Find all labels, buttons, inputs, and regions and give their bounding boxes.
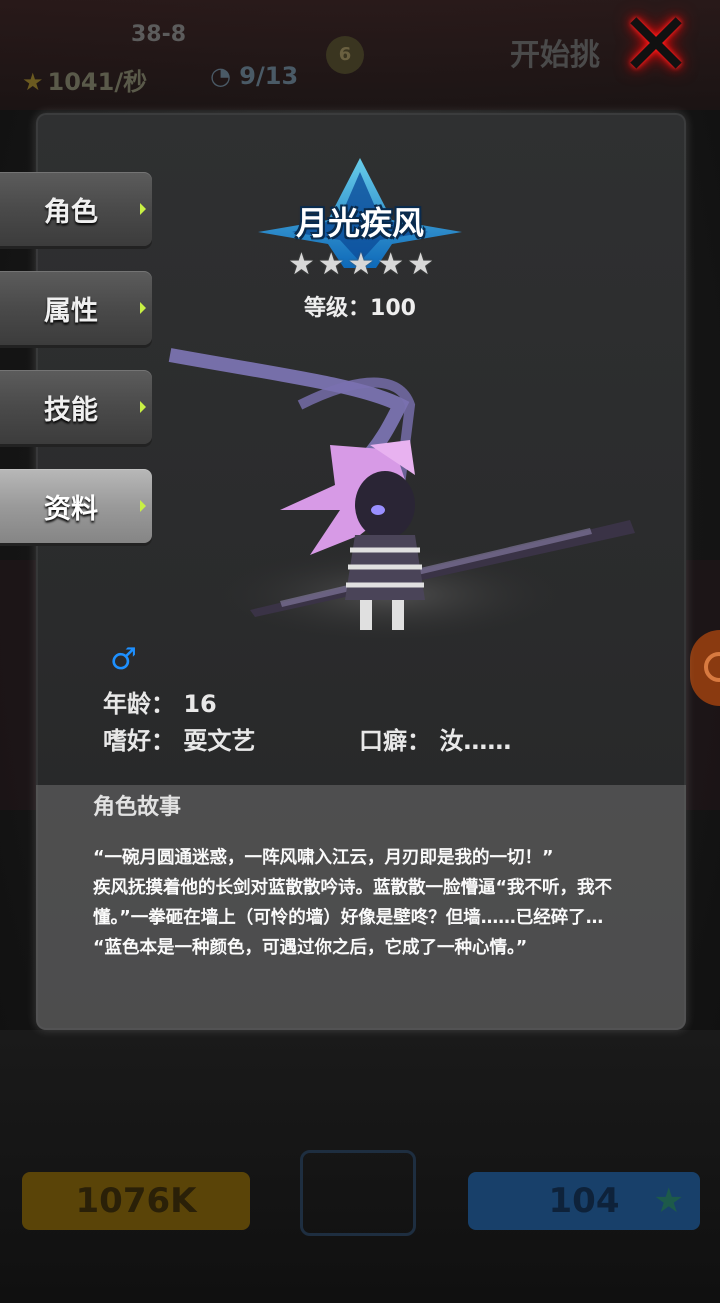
star-rating: ★ ★ ★ ★ ★ — [288, 250, 434, 282]
catchphrase-value: 汝…… — [439, 727, 512, 755]
story-text: “一碗月圆通迷惑，一阵风啸入江云，月刃即是我的一切！” 疾风抚摸着他的长剑对蓝散… — [93, 848, 612, 958]
age-row: 年龄： 16 — [103, 684, 217, 719]
tab-character[interactable]: 角色 — [0, 172, 152, 246]
tab-label: 资料 — [44, 493, 98, 525]
star-icon: ★ — [317, 247, 345, 282]
tab-label: 角色 — [44, 196, 98, 228]
male-gender-icon: ♂ — [110, 642, 137, 677]
star-icon: ★ — [377, 247, 405, 282]
age-value: 16 — [183, 690, 217, 718]
age-label: 年龄： — [103, 690, 175, 718]
chevron-right-icon — [140, 401, 146, 413]
hero-name: 月光疾风 — [295, 204, 424, 242]
close-button[interactable]: ✕ — [604, 0, 708, 96]
chevron-right-icon — [140, 500, 146, 512]
chevron-right-icon — [140, 302, 146, 314]
star-icon: ★ — [22, 68, 44, 96]
hero-capacity: ◔ 9/13 — [210, 62, 298, 90]
hero-capacity-value: 9/13 — [239, 62, 299, 90]
start-challenge-button: 开始挑 — [510, 38, 600, 73]
hero-portrait — [168, 348, 635, 645]
level-badge: 6 — [326, 36, 364, 74]
story-title: 角色故事 — [93, 795, 182, 820]
stage-label: 38-8 — [131, 22, 187, 47]
hero-level: 等级：100 — [304, 296, 416, 321]
gem-counter: 104 ★ — [468, 1172, 700, 1230]
catchphrase-row: 口癖： 汝…… — [359, 721, 511, 756]
gold-counter: 1076K — [22, 1172, 250, 1230]
shop-cart-icon — [300, 1150, 416, 1236]
tab-attributes[interactable]: 属性 — [0, 271, 152, 345]
chevron-right-icon — [140, 203, 146, 215]
tab-label: 属性 — [44, 295, 98, 327]
coin-rate: ★ 1041/秒 — [22, 62, 147, 97]
tab-profile[interactable]: 资料 — [0, 469, 152, 543]
hobby-value: 耍文艺 — [183, 727, 256, 755]
tab-label: 技能 — [44, 394, 98, 426]
hobby-label: 嗜好： — [103, 727, 175, 755]
coin-rate-value: 1041/秒 — [47, 68, 148, 96]
star-icon: ★ — [347, 247, 375, 282]
mouse-icon: ◔ — [210, 62, 240, 90]
tab-skills[interactable]: 技能 — [0, 370, 152, 444]
star-icon: ★ — [407, 247, 434, 282]
catchphrase-label: 口癖： — [359, 727, 431, 755]
star-icon: ★ — [288, 247, 315, 282]
hobby-row: 嗜好： 耍文艺 — [103, 721, 255, 756]
gem-counter-value: 104 — [548, 1181, 620, 1221]
star-icon: ★ — [653, 1181, 684, 1221]
